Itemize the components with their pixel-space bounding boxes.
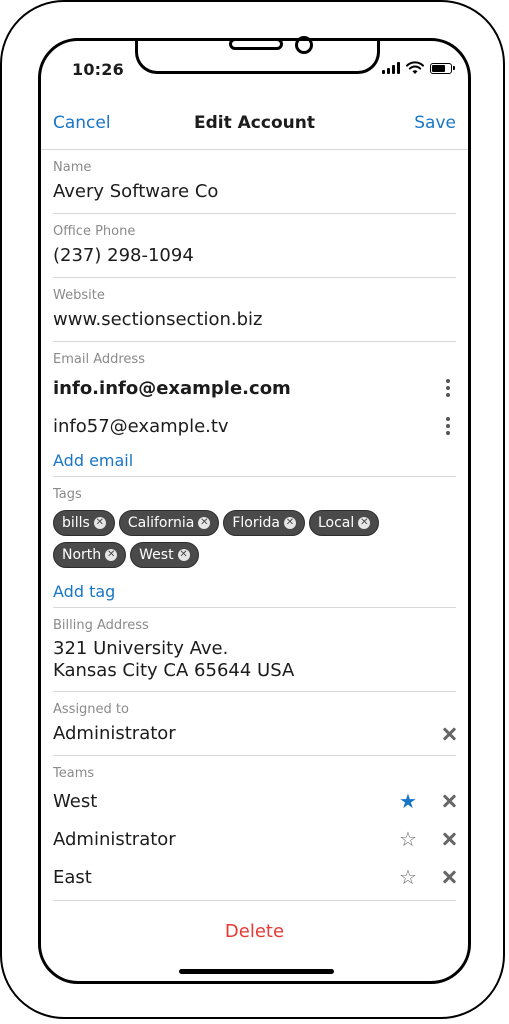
tag-chip[interactable]: Florida ✕ xyxy=(223,510,305,536)
team-row[interactable]: East ☆ xyxy=(53,858,456,896)
tag-text: Local xyxy=(317,515,355,531)
phone-screen: 10:26 Cancel Edit Account Save Name Aver… xyxy=(38,38,471,984)
email-row[interactable]: info57@example.tv xyxy=(53,407,456,445)
delete-button[interactable]: Delete xyxy=(41,921,468,942)
speaker xyxy=(229,38,283,50)
battery-icon xyxy=(430,62,455,74)
tag-text: North xyxy=(62,547,102,563)
camera xyxy=(295,36,313,54)
website-field[interactable]: Website www.sectionsection.biz xyxy=(53,278,456,342)
add-tag-link[interactable]: Add tag xyxy=(53,568,456,601)
teams-label: Teams xyxy=(53,766,95,781)
name-label: Name xyxy=(53,160,92,175)
tag-remove-icon[interactable]: ✕ xyxy=(283,517,296,529)
billing-line-1: 321 University Ave. xyxy=(53,638,229,659)
tag-chip[interactable]: North ✕ xyxy=(53,542,127,568)
remove-icon[interactable] xyxy=(442,870,456,884)
page-title: Edit Account xyxy=(194,113,315,133)
status-time: 10:26 xyxy=(72,60,124,79)
tag-text: bills xyxy=(62,515,90,531)
tag-text: West xyxy=(139,547,174,563)
billing-value[interactable]: 321 University Ave. Kansas City CA 65644… xyxy=(53,634,456,691)
team-name: Administrator xyxy=(53,828,176,850)
email-field: Email Address info.info@example.com info… xyxy=(53,342,456,477)
email-secondary-value[interactable]: info57@example.tv xyxy=(53,416,229,437)
status-icons xyxy=(382,61,455,75)
edit-form: Name Avery Software Co Office Phone (237… xyxy=(53,150,456,901)
assigned-field: Assigned to Administrator xyxy=(53,692,456,756)
email-row[interactable]: info.info@example.com xyxy=(53,369,456,407)
phone-field[interactable]: Office Phone (237) 298-1094 xyxy=(53,214,456,278)
team-name: West xyxy=(53,790,98,812)
tag-list: bills ✕ California ✕ Florida ✕ Local ✕ North… xyxy=(53,503,433,568)
name-value[interactable]: Avery Software Co xyxy=(53,176,456,213)
tag-remove-icon[interactable]: ✕ xyxy=(358,517,371,529)
email-primary-value[interactable]: info.info@example.com xyxy=(53,378,291,399)
assigned-value[interactable]: Administrator xyxy=(53,722,176,746)
tag-text: Florida xyxy=(232,515,280,531)
tag-chip[interactable]: California ✕ xyxy=(118,510,220,536)
email-label: Email Address xyxy=(53,352,145,367)
star-icon[interactable]: ★ xyxy=(398,791,418,811)
name-field[interactable]: Name Avery Software Co xyxy=(53,150,456,214)
add-email-link[interactable]: Add email xyxy=(53,445,456,470)
website-value[interactable]: www.sectionsection.biz xyxy=(53,304,456,341)
tag-remove-icon[interactable]: ✕ xyxy=(93,517,106,529)
teams-field: Teams West ★ Administrator ☆ East ☆ xyxy=(53,756,456,901)
tag-chip[interactable]: Local ✕ xyxy=(308,510,380,536)
more-vertical-icon[interactable] xyxy=(440,378,456,398)
home-indicator xyxy=(179,969,334,974)
assigned-row[interactable]: Administrator xyxy=(53,718,456,755)
tag-chip[interactable]: bills ✕ xyxy=(53,510,115,536)
wifi-icon xyxy=(406,61,424,74)
more-vertical-icon[interactable] xyxy=(440,416,456,436)
phone-value[interactable]: (237) 298-1094 xyxy=(53,240,456,277)
team-row[interactable]: West ★ xyxy=(53,782,456,820)
save-button[interactable]: Save xyxy=(414,113,456,133)
tag-remove-icon[interactable]: ✕ xyxy=(105,549,118,561)
star-icon[interactable]: ☆ xyxy=(398,829,418,849)
team-row[interactable]: Administrator ☆ xyxy=(53,820,456,858)
remove-icon[interactable] xyxy=(442,794,456,808)
tag-remove-icon[interactable]: ✕ xyxy=(198,517,211,529)
phone-label: Office Phone xyxy=(53,224,136,239)
remove-icon[interactable] xyxy=(442,832,456,846)
assigned-label: Assigned to xyxy=(53,702,129,717)
team-name: East xyxy=(53,866,92,888)
tag-remove-icon[interactable]: ✕ xyxy=(177,549,190,561)
website-label: Website xyxy=(53,288,105,303)
billing-label: Billing Address xyxy=(53,618,149,633)
nav-bar: Cancel Edit Account Save xyxy=(41,103,468,147)
tag-chip[interactable]: West ✕ xyxy=(130,542,199,568)
signal-icon xyxy=(382,62,400,74)
billing-field[interactable]: Billing Address 321 University Ave. Kans… xyxy=(53,608,456,692)
remove-icon[interactable] xyxy=(442,727,456,741)
tags-field: Tags bills ✕ California ✕ Florida ✕ Local ✕ … xyxy=(53,477,456,608)
tag-text: California xyxy=(127,515,195,531)
tags-label: Tags xyxy=(53,487,82,502)
billing-line-2: Kansas City CA 65644 USA xyxy=(53,660,295,681)
star-icon[interactable]: ☆ xyxy=(398,867,418,887)
